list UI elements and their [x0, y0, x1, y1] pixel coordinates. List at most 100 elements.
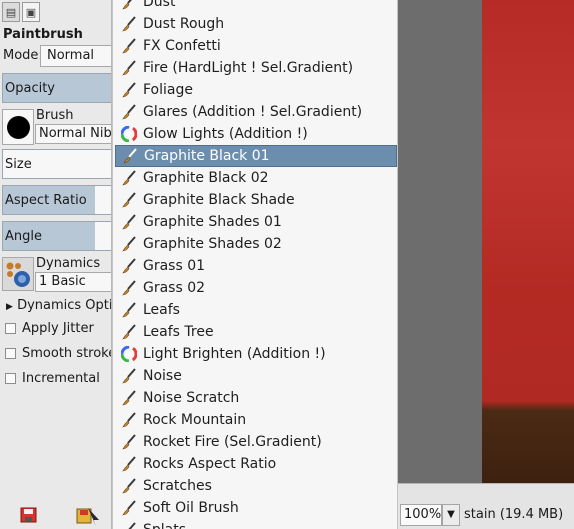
- brush-icon: [121, 456, 137, 472]
- brush-menu-item[interactable]: Light Brighten (Addition !): [115, 343, 397, 365]
- brush-icon: [121, 214, 137, 230]
- brush-menu-item[interactable]: Graphite Shades 01: [115, 211, 397, 233]
- brush-menu-item[interactable]: FX Confetti: [115, 35, 397, 57]
- brush-menu-item[interactable]: Foliage: [115, 79, 397, 101]
- aspect-ratio-label: Aspect Ratio: [5, 193, 87, 208]
- brush-icon: [121, 104, 137, 120]
- angle-label: Angle: [5, 229, 42, 244]
- restore-options-icon[interactable]: [76, 506, 100, 526]
- brush-menu-item[interactable]: Noise: [115, 365, 397, 387]
- brush-menu-item[interactable]: Grass 02: [115, 277, 397, 299]
- status-bar: 100% ▼ stain (19.4 MB): [398, 483, 574, 529]
- brush-icon: [121, 280, 137, 296]
- brush-menu-item-label: Graphite Shades 02: [143, 236, 282, 252]
- brush-icon: [121, 412, 137, 428]
- apply-jitter-checkbox[interactable]: Apply Jitter: [5, 321, 94, 336]
- brush-menu-item[interactable]: Rock Mountain: [115, 409, 397, 431]
- brush-menu-item[interactable]: Graphite Black 01: [115, 145, 397, 167]
- brush-menu-item-label: Splats: [143, 522, 186, 529]
- mode-select[interactable]: Normal: [40, 45, 111, 67]
- color-wheel-icon: [120, 345, 138, 363]
- brush-icon: [121, 258, 137, 274]
- checkbox-box[interactable]: [5, 348, 16, 359]
- brush-menu-item[interactable]: Noise Scratch: [115, 387, 397, 409]
- brush-menu-item[interactable]: Dust: [115, 0, 397, 13]
- brush-label: Brush: [36, 108, 74, 123]
- dynamics-options-label: Dynamics Optic: [17, 298, 112, 313]
- brush-menu-item[interactable]: Rocket Fire (Sel.Gradient): [115, 431, 397, 453]
- canvas-area[interactable]: [398, 0, 574, 483]
- brush-menu-item-label: Light Brighten (Addition !): [143, 346, 326, 362]
- dynamics-icon[interactable]: [2, 257, 34, 291]
- brush-menu-item[interactable]: Graphite Shades 02: [115, 233, 397, 255]
- brush-icon: [121, 500, 137, 516]
- brush-menu-item[interactable]: Leafs Tree: [115, 321, 397, 343]
- brush-menu-item-label: Grass 02: [143, 280, 206, 296]
- dock-tabs: ▤ ▣: [2, 2, 40, 24]
- layers-tab-icon[interactable]: ▤: [2, 2, 20, 22]
- brush-icon: [121, 192, 137, 208]
- brush-icon: [121, 390, 137, 406]
- size-slider[interactable]: Size: [2, 149, 111, 179]
- brush-menu-item[interactable]: Graphite Black Shade: [115, 189, 397, 211]
- brush-icon: [121, 0, 137, 10]
- brush-menu-item-label: Leafs Tree: [143, 324, 214, 340]
- brush-icon: [121, 324, 137, 340]
- brush-menu-item-label: Fire (HardLight ! Sel.Gradient): [143, 60, 354, 76]
- zoom-field[interactable]: 100%: [400, 504, 442, 526]
- angle-slider[interactable]: Angle: [2, 221, 111, 251]
- smooth-stroke-checkbox[interactable]: Smooth stroke: [5, 346, 112, 361]
- brush-icon: [121, 368, 137, 384]
- brush-menu-item[interactable]: Leafs: [115, 299, 397, 321]
- brush-menu-item[interactable]: Rocks Aspect Ratio: [115, 453, 397, 475]
- brush-menu-item-label: Scratches: [143, 478, 212, 494]
- brush-menu-item[interactable]: Graphite Black 02: [115, 167, 397, 189]
- brush-menu-item-label: FX Confetti: [143, 38, 221, 54]
- dynamics-options-expander[interactable]: ▶ Dynamics Optic: [6, 298, 112, 313]
- brush-menu-item-label: Rocket Fire (Sel.Gradient): [143, 434, 322, 450]
- aspect-ratio-slider[interactable]: Aspect Ratio: [2, 185, 111, 215]
- tool-options-tab-icon[interactable]: ▣: [22, 2, 40, 22]
- brush-menu-item-label: Graphite Shades 01: [143, 214, 282, 230]
- canvas-image[interactable]: [482, 0, 574, 483]
- brush-menu-item[interactable]: Grass 01: [115, 255, 397, 277]
- opacity-label: Opacity: [5, 81, 56, 96]
- dynamics-field[interactable]: 1 Basic: [35, 272, 111, 292]
- incremental-checkbox[interactable]: Incremental: [5, 371, 100, 386]
- brush-icon: [122, 148, 138, 164]
- brush-icon: [121, 82, 137, 98]
- checkbox-box[interactable]: [5, 373, 16, 384]
- brush-menu-item[interactable]: Splats: [115, 519, 397, 529]
- brush-icon: [121, 60, 137, 76]
- brush-menu-item[interactable]: Fire (HardLight ! Sel.Gradient): [115, 57, 397, 79]
- brush-icon: [121, 170, 137, 186]
- brush-menu-item-label: Glares (Addition ! Sel.Gradient): [143, 104, 363, 120]
- brush-field[interactable]: Normal Nib: [35, 124, 111, 144]
- brush-icon: [121, 522, 137, 529]
- checkbox-box[interactable]: [5, 323, 16, 334]
- expander-arrow-icon: ▶: [6, 302, 13, 312]
- brush-menu-item-label: Noise: [143, 368, 182, 384]
- brush-menu-item-label: Graphite Black Shade: [143, 192, 295, 208]
- brush-menu-item[interactable]: Scratches: [115, 475, 397, 497]
- brush-menu-item-label: Dust Rough: [143, 16, 225, 32]
- opacity-slider[interactable]: Opacity: [2, 73, 111, 103]
- brush-dropdown-list[interactable]: Dust Dust Rough FX Confetti Fire (HardLight…: [112, 0, 398, 529]
- brush-icon: [121, 38, 137, 54]
- brush-menu-item[interactable]: Glares (Addition ! Sel.Gradient): [115, 101, 397, 123]
- brush-menu-item-label: Grass 01: [143, 258, 206, 274]
- brush-menu-item-label: Glow Lights (Addition !): [143, 126, 308, 142]
- smooth-stroke-label: Smooth stroke: [22, 346, 112, 361]
- brush-menu-item-label: Soft Oil Brush: [143, 500, 239, 516]
- brush-menu-item-label: Foliage: [143, 82, 193, 98]
- brush-menu-item[interactable]: Soft Oil Brush: [115, 497, 397, 519]
- save-options-icon[interactable]: [20, 506, 38, 524]
- brush-preview[interactable]: [2, 109, 34, 145]
- brush-menu-item[interactable]: Dust Rough: [115, 13, 397, 35]
- brush-icon: [121, 16, 137, 32]
- color-wheel-icon: [120, 125, 138, 143]
- brush-icon: [121, 434, 137, 450]
- brush-menu-item-label: Graphite Black 02: [143, 170, 269, 186]
- brush-menu-item[interactable]: Glow Lights (Addition !): [115, 123, 397, 145]
- zoom-dropdown-icon[interactable]: ▼: [442, 504, 460, 526]
